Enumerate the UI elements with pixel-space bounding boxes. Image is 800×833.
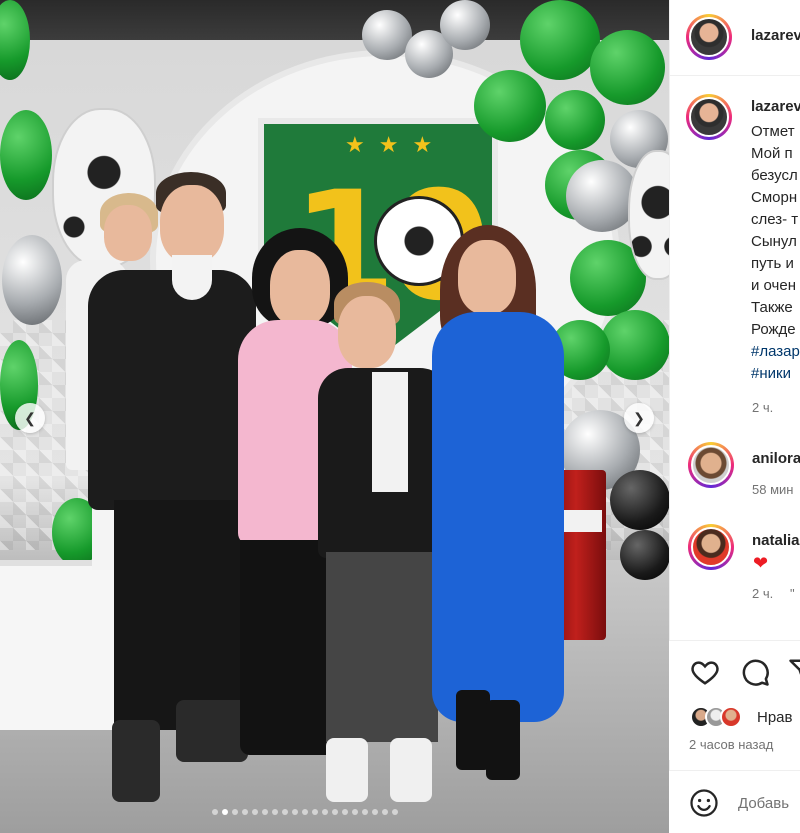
balloon: [520, 0, 600, 80]
carousel-dot[interactable]: [362, 809, 368, 815]
carousel-dot[interactable]: [372, 809, 378, 815]
caption-line: Также: [751, 299, 793, 316]
emblem-stars: ★★★: [345, 132, 447, 157]
caption-line: безусл: [751, 167, 798, 184]
chevron-left-icon: ❮: [24, 410, 36, 426]
carousel-dot[interactable]: [282, 809, 288, 815]
carousel-dot[interactable]: [392, 809, 398, 815]
author-avatar[interactable]: [686, 14, 732, 60]
caption-line: Отмет: [751, 123, 795, 140]
post-photo: ★★★ 10: [0, 0, 669, 833]
carousel-dot[interactable]: [382, 809, 388, 815]
balloon: [440, 0, 490, 50]
carousel-dot[interactable]: [312, 809, 318, 815]
caption-time: 2 ч.: [752, 400, 774, 415]
balloon: [0, 0, 30, 80]
commenter-avatar[interactable]: [688, 442, 734, 488]
carousel-dot[interactable]: [262, 809, 268, 815]
balloon: [2, 235, 62, 325]
balloon: [620, 530, 669, 580]
comment-reply-link[interactable]: ": [790, 586, 795, 601]
carousel-dot[interactable]: [252, 809, 258, 815]
emoji-icon[interactable]: [689, 788, 719, 818]
caption-line: Рожде: [751, 321, 796, 338]
caption-author-avatar[interactable]: [686, 94, 732, 140]
balloon: [590, 30, 665, 105]
caption-line: путь и: [751, 255, 794, 272]
comment-input[interactable]: [738, 792, 800, 814]
caption-author-username[interactable]: lazarev: [751, 98, 800, 115]
carousel-dot[interactable]: [222, 809, 228, 815]
carousel-dot[interactable]: [212, 809, 218, 815]
next-photo-button[interactable]: ❯: [624, 403, 654, 433]
likes-summary[interactable]: Нрав: [757, 709, 793, 726]
commenter-avatar[interactable]: [688, 524, 734, 570]
balloon: [600, 310, 669, 380]
liker-avatar: [720, 706, 742, 728]
post-timestamp: 2 часов назад: [689, 737, 774, 752]
likes-avatars[interactable]: [690, 706, 742, 728]
prev-photo-button[interactable]: ❮: [15, 403, 45, 433]
caption-line: и очен: [751, 277, 796, 294]
balloon: [545, 90, 605, 150]
carousel-dot[interactable]: [292, 809, 298, 815]
balloon: [610, 470, 669, 530]
comment-author[interactable]: anilora: [752, 450, 800, 467]
heart-icon[interactable]: [690, 657, 720, 687]
carousel-dot[interactable]: [242, 809, 248, 815]
comment-time: 58 мин: [752, 482, 794, 497]
chevron-right-icon: ❯: [633, 410, 645, 426]
caption-line: Мой п: [751, 145, 793, 162]
carousel-dot[interactable]: [342, 809, 348, 815]
balloon: [0, 110, 52, 200]
carousel-dot[interactable]: [302, 809, 308, 815]
carousel-dot[interactable]: [272, 809, 278, 815]
author-username[interactable]: lazarev: [751, 27, 800, 44]
hashtag-link[interactable]: #лазар: [751, 341, 800, 363]
caption-line: Сморн: [751, 189, 798, 206]
comment-time: 2 ч.: [752, 586, 774, 601]
carousel-dots: [212, 809, 398, 815]
comment-author[interactable]: natalia: [752, 532, 800, 549]
heart-emoji: ❤: [753, 553, 769, 573]
caption-line: Сынул: [751, 233, 797, 250]
carousel-dot[interactable]: [332, 809, 338, 815]
hashtag-link[interactable]: #ники: [751, 363, 791, 385]
comment-icon[interactable]: [740, 657, 770, 687]
carousel-dot[interactable]: [352, 809, 358, 815]
balloon: [474, 70, 546, 142]
share-icon[interactable]: [788, 657, 800, 687]
caption-line: слез- т: [751, 211, 799, 228]
carousel-dot[interactable]: [232, 809, 238, 815]
carousel-dot[interactable]: [322, 809, 328, 815]
pedestal: [0, 560, 130, 730]
